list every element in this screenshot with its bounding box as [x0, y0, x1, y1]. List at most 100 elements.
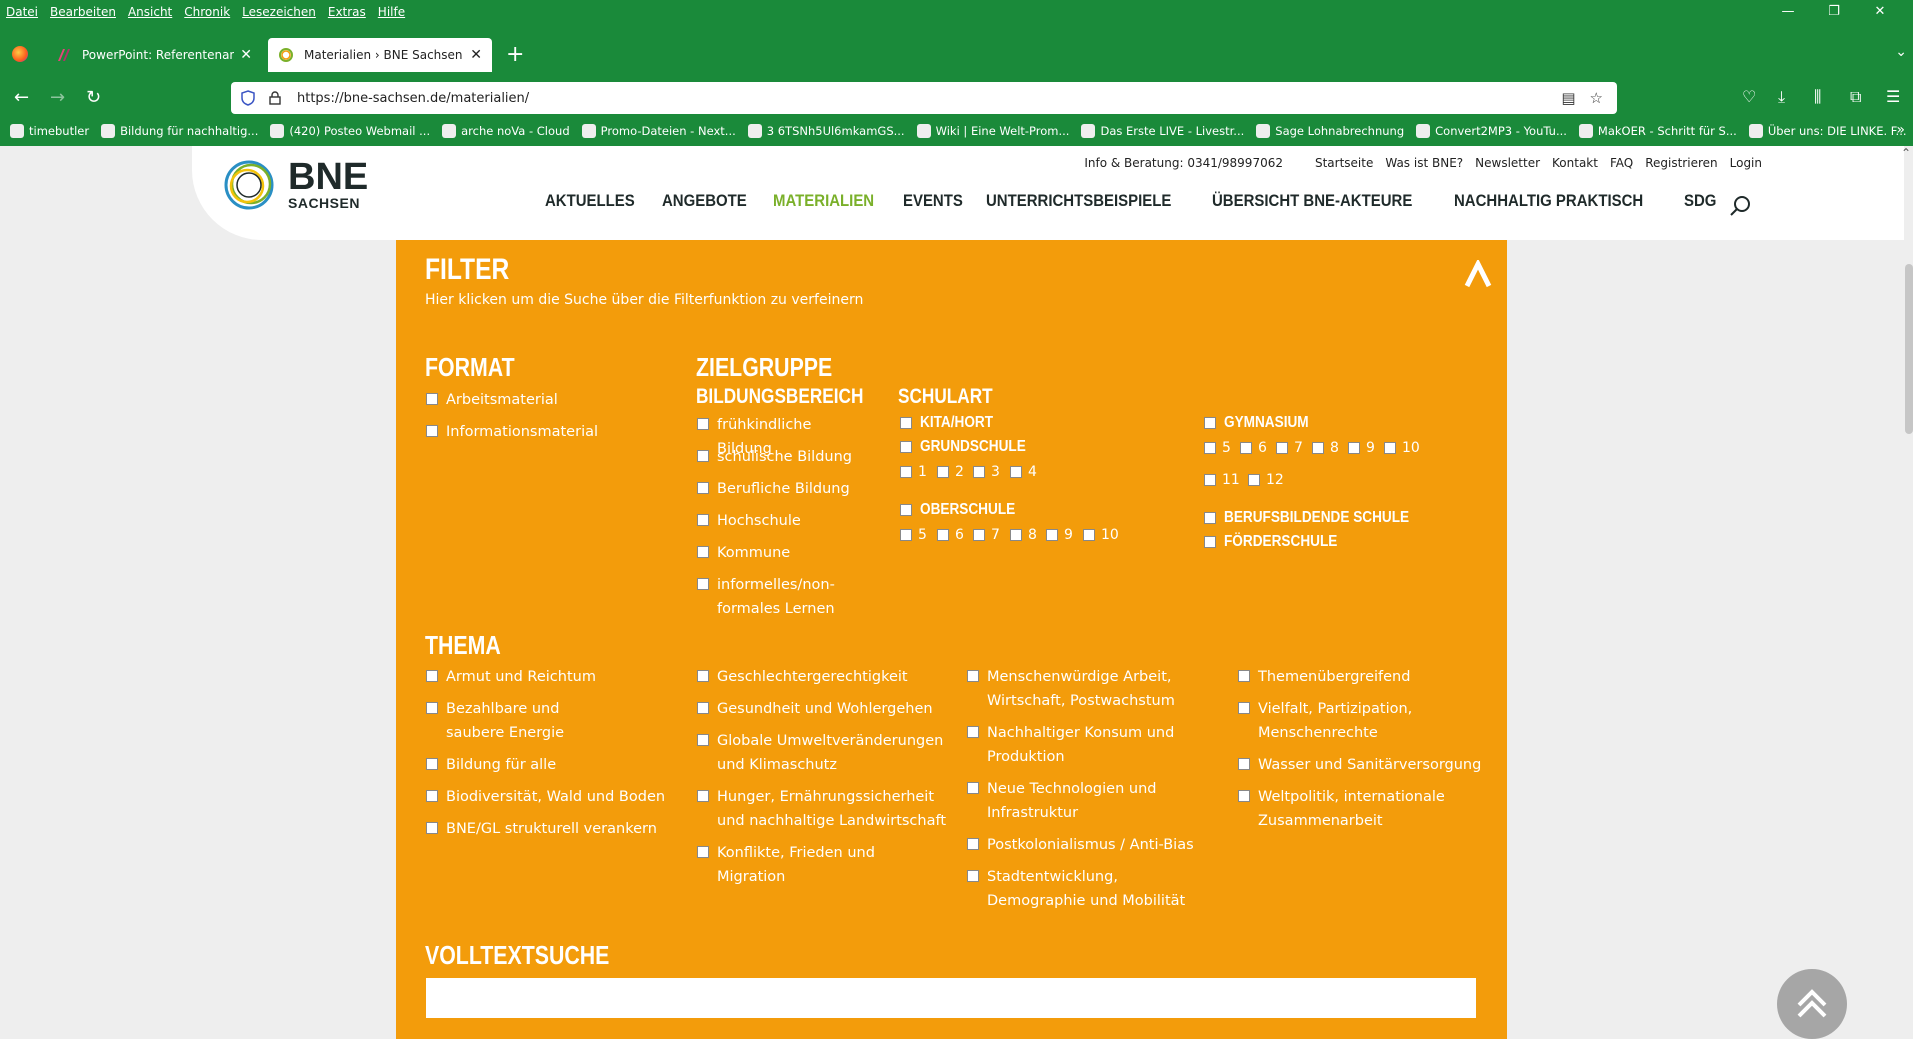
bookmark-item[interactable]: Convert2MP3 - YouTu... — [1416, 124, 1567, 138]
checkbox[interactable] — [973, 466, 985, 478]
checkbox[interactable] — [937, 466, 949, 478]
checkbox[interactable] — [967, 726, 979, 738]
bookmark-item[interactable]: Bildung für nachhaltig... — [101, 124, 258, 138]
tab-materialien[interactable]: Materialien › BNE Sachsen ✕ — [268, 38, 492, 72]
fulltext-search-input[interactable] — [426, 978, 1476, 1018]
link-faq[interactable]: FAQ — [1610, 156, 1633, 170]
checkbox-thema-gesundheit[interactable]: Gesundheit und Wohlergehen — [697, 697, 947, 721]
bookmark-star-icon[interactable]: ☆ — [1590, 89, 1603, 107]
checkbox[interactable] — [697, 482, 709, 494]
back-to-top-button[interactable] — [1777, 969, 1847, 1039]
checkbox-ober-8[interactable]: 8 — [1010, 527, 1037, 543]
nav-aktuelles[interactable]: AKTUELLES — [545, 191, 635, 211]
checkbox-thema-geschlechtergerechtigkeit[interactable]: Geschlechtergerechtigkeit — [697, 665, 947, 689]
checkbox-oberschule[interactable]: OBERSCHULE — [900, 501, 1032, 519]
checkbox-hochschule[interactable]: Hochschule — [697, 509, 867, 533]
link-kontakt[interactable]: Kontakt — [1552, 156, 1598, 170]
checkbox[interactable] — [1204, 417, 1216, 429]
link-newsletter[interactable]: Newsletter — [1475, 156, 1540, 170]
menu-hilfe[interactable]: Hilfe — [378, 5, 405, 19]
checkbox-thema-energie[interactable]: Bezahlbare und saubere Energie — [426, 697, 621, 745]
checkbox-thema-uebergreifend[interactable]: Themenübergreifend — [1238, 665, 1488, 689]
checkbox-thema-konsum[interactable]: Nachhaltiger Konsum und Produktion — [967, 721, 1187, 769]
restore-icon[interactable]: ❐ — [1811, 4, 1857, 19]
new-tab-icon[interactable]: + — [506, 42, 524, 67]
checkbox-thema-bildung[interactable]: Bildung für alle — [426, 753, 646, 777]
checkbox[interactable] — [1248, 474, 1260, 486]
checkbox-thema-technologien[interactable]: Neue Technologien und Infrastruktur — [967, 777, 1187, 825]
checkbox-grund-2[interactable]: 2 — [937, 464, 964, 480]
checkbox-thema-klimaschutz[interactable]: Globale Umweltveränderungen und Klimasch… — [697, 729, 947, 777]
nav-angebote[interactable]: ANGEBOTE — [662, 191, 747, 211]
checkbox-thema-postkolonialismus[interactable]: Postkolonialismus / Anti-Bias — [967, 833, 1217, 857]
checkbox-berufliche-bildung[interactable]: Berufliche Bildung — [697, 477, 867, 501]
checkbox-gym-6[interactable]: 6 — [1240, 440, 1267, 456]
checkbox[interactable] — [973, 529, 985, 541]
tab-powerpoint[interactable]: PowerPoint: Referentenansicht ✕ — [46, 38, 262, 72]
reader-view-icon[interactable]: ▤ — [1561, 89, 1575, 107]
checkbox[interactable] — [1238, 670, 1250, 682]
checkbox-thema-arbeit[interactable]: Menschenwürdige Arbeit, Wirtschaft, Post… — [967, 665, 1187, 713]
checkbox-ober-5[interactable]: 5 — [900, 527, 927, 543]
checkbox-ober-10[interactable]: 10 — [1083, 527, 1119, 543]
site-logo[interactable]: BNE SACHSEN — [222, 158, 368, 212]
checkbox[interactable] — [426, 702, 438, 714]
checkbox[interactable] — [900, 441, 912, 453]
reload-icon[interactable]: ↻ — [86, 87, 101, 108]
bookmark-item[interactable]: Über uns: DIE LINKE. F... — [1748, 124, 1907, 138]
checkbox[interactable] — [697, 670, 709, 682]
bookmark-item[interactable]: (420) Posteo Webmail ... — [270, 124, 430, 138]
checkbox[interactable] — [937, 529, 949, 541]
menu-lesezeichen[interactable]: Lesezeichen — [242, 5, 316, 19]
checkbox[interactable] — [1010, 529, 1022, 541]
checkbox[interactable] — [967, 870, 979, 882]
checkbox-grund-3[interactable]: 3 — [973, 464, 1000, 480]
checkbox[interactable] — [1312, 442, 1324, 454]
checkbox-thema-hunger[interactable]: Hunger, Ernährungssicherheit und nachhal… — [697, 785, 952, 833]
close-window-icon[interactable]: ✕ — [1857, 4, 1903, 19]
bookmark-item[interactable]: 3 6TSNh5Ul6mkamGS... — [747, 124, 905, 138]
checkbox[interactable] — [426, 758, 438, 770]
minimize-icon[interactable]: — — [1765, 4, 1811, 19]
link-registrieren[interactable]: Registrieren — [1645, 156, 1717, 170]
checkbox[interactable] — [697, 450, 709, 462]
menu-icon[interactable]: ☰ — [1886, 87, 1900, 106]
checkbox[interactable] — [426, 425, 438, 437]
checkbox-ober-6[interactable]: 6 — [937, 527, 964, 543]
chevron-down-icon[interactable]: ⌄ — [1895, 44, 1907, 60]
bookmark-item[interactable]: timebutler — [10, 124, 89, 138]
menu-datei[interactable]: Datei — [6, 5, 38, 19]
link-login[interactable]: Login — [1730, 156, 1762, 170]
menu-bearbeiten[interactable]: Bearbeiten — [50, 5, 116, 19]
checkbox-thema-biodiversitaet[interactable]: Biodiversität, Wald und Boden — [426, 785, 676, 809]
url-text[interactable]: https://bne-sachsen.de/materialien/ — [297, 91, 1561, 106]
bookmark-item[interactable]: Sage Lohnabrechnung — [1256, 124, 1404, 138]
checkbox[interactable] — [697, 702, 709, 714]
checkbox-grund-4[interactable]: 4 — [1010, 464, 1037, 480]
extensions-icon[interactable]: ⧉ — [1850, 87, 1861, 107]
address-bar[interactable]: https://bne-sachsen.de/materialien/ ▤ ☆ — [231, 82, 1617, 114]
checkbox[interactable] — [1348, 442, 1360, 454]
nav-sdg[interactable]: SDG — [1684, 191, 1716, 211]
filter-subtitle[interactable]: Hier klicken um die Suche über die Filte… — [425, 292, 863, 308]
checkbox-grundschule[interactable]: GRUNDSCHULE — [900, 438, 1044, 456]
filter-title[interactable]: FILTER — [425, 253, 509, 287]
checkbox[interactable] — [697, 418, 709, 430]
checkbox[interactable] — [967, 670, 979, 682]
checkbox-berufsbildende-schule[interactable]: BERUFSBILDENDE SCHULE — [1204, 509, 1442, 527]
checkbox[interactable] — [1240, 442, 1252, 454]
checkbox-thema-wasser[interactable]: Wasser und Sanitärversorgung — [1238, 753, 1488, 777]
checkbox[interactable] — [1204, 474, 1216, 486]
checkbox[interactable] — [967, 782, 979, 794]
checkbox[interactable] — [426, 790, 438, 802]
checkbox-ober-7[interactable]: 7 — [973, 527, 1000, 543]
checkbox[interactable] — [697, 734, 709, 746]
link-startseite[interactable]: Startseite — [1315, 156, 1373, 170]
checkbox[interactable] — [697, 514, 709, 526]
nav-nachhaltig-praktisch[interactable]: NACHHALTIG PRAKTISCH — [1454, 191, 1643, 211]
checkbox-thema-bne-gl[interactable]: BNE/GL strukturell verankern — [426, 817, 676, 841]
checkbox-kommune[interactable]: Kommune — [697, 541, 867, 565]
checkbox[interactable] — [1276, 442, 1288, 454]
link-was-ist-bne[interactable]: Was ist BNE? — [1385, 156, 1463, 170]
checkbox[interactable] — [900, 466, 912, 478]
